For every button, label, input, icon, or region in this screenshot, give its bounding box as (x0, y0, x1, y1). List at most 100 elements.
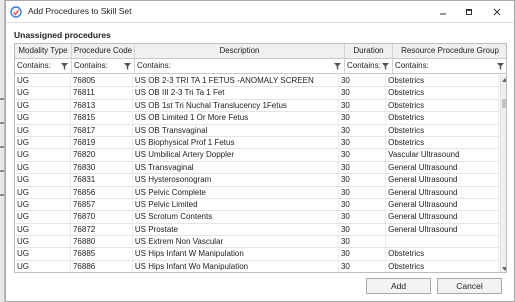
cell-description: US Hysterosonogram (133, 174, 339, 186)
cell-duration: 30 (339, 174, 387, 186)
table-row[interactable]: UG 76885 US Hips Infant W Manipulation 30 Ob… (15, 248, 499, 261)
cell-description: US Hips Infant Wo Manipulation (133, 260, 339, 272)
cell-procedure-code: 76811 (71, 87, 133, 99)
minimize-button[interactable] (432, 4, 454, 20)
cell-duration: 30 (339, 99, 387, 112)
filter-duration[interactable]: Contains: (345, 59, 393, 73)
edge-mark (0, 146, 4, 148)
cell-resource-procedure-group: Obstetrics (386, 87, 499, 99)
cell-resource-procedure-group: Obstetrics (386, 99, 499, 112)
table-row[interactable]: UG 76831 US Hysterosonogram 30 General Ultra… (15, 174, 499, 187)
table-row[interactable]: UG 76857 US Pelvic Limited 30 General Ultras… (15, 198, 499, 212)
table-row[interactable]: UG 76880 US Extrem Non Vascular 30 (15, 236, 499, 249)
cell-modality-type: UG (15, 174, 71, 186)
filter-resource-procedure-group[interactable]: Contains: (393, 59, 506, 73)
filter-funnel-icon[interactable] (497, 63, 504, 70)
scrollbar-thumb[interactable] (502, 99, 506, 108)
column-header-modality-type[interactable]: Modality Type (15, 44, 72, 58)
title-bar[interactable]: Add Procedures to Skill Set (6, 1, 514, 23)
filter-funnel-icon[interactable] (334, 63, 341, 70)
table-row[interactable]: UG 76856 US Pelvic Complete 30 General Ultra… (15, 186, 499, 199)
cell-modality-type: UG (15, 260, 71, 272)
cell-description: US Pelvic Complete (133, 186, 339, 198)
cell-procedure-code: 76820 (71, 149, 133, 161)
cell-resource-procedure-group: General Ultrasound (386, 161, 499, 174)
cell-modality-type: UG (15, 211, 71, 223)
cell-resource-procedure-group: Obstetrics (386, 124, 499, 136)
cell-procedure-code: 76870 (71, 211, 133, 223)
cell-resource-procedure-group (386, 236, 499, 248)
cell-duration: 30 (339, 112, 387, 124)
cell-resource-procedure-group: Obstetrics (386, 248, 499, 260)
table-row[interactable]: UG 76805 US OB 2-3 TRI TA 1 FETUS -ANOMALY… (15, 75, 499, 88)
cell-procedure-code: 76830 (71, 161, 133, 174)
cell-duration: 30 (339, 186, 387, 198)
cell-duration: 30 (339, 87, 387, 99)
cell-resource-procedure-group: General Ultrasound (386, 223, 499, 236)
vertical-scrollbar[interactable] (500, 75, 506, 272)
filter-description[interactable]: Contains: (135, 59, 345, 73)
scroll-down-icon (502, 267, 506, 271)
table-row[interactable]: UG 76819 US Biophysical Prof 1 Fetus 30 Obst… (15, 136, 499, 150)
cell-procedure-code: 76857 (71, 198, 133, 211)
table-row[interactable]: UG 76820 US Umbilical Artery Doppler 30 Vasc… (15, 149, 499, 162)
cell-resource-procedure-group: Vascular Ultrasound (386, 149, 499, 161)
cell-description: US OB Limited 1 Or More Fetus (133, 112, 339, 124)
close-button[interactable] (486, 4, 508, 20)
table-row[interactable]: UG 76830 US Transvaginal 30 General Ultrasou… (15, 161, 499, 175)
cancel-button[interactable]: Cancel (437, 278, 502, 294)
cell-procedure-code: 76872 (71, 223, 133, 236)
cell-duration: 30 (339, 260, 387, 272)
cell-description: US Scrotum Contents (133, 211, 339, 223)
table-row[interactable]: UG 76872 US Prostate 30 General Ultrasound (15, 223, 499, 237)
table-row[interactable]: UG 76886 US Hips Infant Wo Manipulation 30 O… (15, 260, 499, 272)
cell-modality-type: UG (15, 87, 71, 99)
cell-procedure-code: 76805 (71, 75, 133, 87)
column-header-description[interactable]: Description (135, 44, 345, 58)
filter-funnel-icon[interactable] (382, 63, 389, 70)
cell-description: US OB 2-3 TRI TA 1 FETUS -ANOMALY SCREEN (133, 75, 339, 87)
cell-procedure-code: 76880 (71, 236, 133, 248)
add-button[interactable]: Add (366, 278, 431, 294)
filter-label: Contains: (17, 61, 51, 70)
cell-modality-type: UG (15, 236, 71, 248)
minimize-icon (440, 13, 446, 15)
cell-duration: 30 (339, 211, 387, 223)
cell-duration: 30 (339, 75, 387, 87)
cell-resource-procedure-group: General Ultrasound (386, 174, 499, 186)
table-row[interactable]: UG 76813 US OB 1st Tri Nuchal Translucency… (15, 99, 499, 113)
maximize-button[interactable] (458, 4, 480, 20)
edge-mark (0, 98, 4, 100)
cell-duration: 30 (339, 149, 387, 161)
filter-modality-type[interactable]: Contains: (15, 59, 72, 73)
cell-procedure-code: 76886 (71, 260, 133, 272)
cell-modality-type: UG (15, 99, 71, 112)
cell-description: US OB 1st Tri Nuchal Translucency 1Fetus (133, 99, 339, 112)
table-row[interactable]: UG 76817 US OB Transvaginal 30 Obstetrics (15, 124, 499, 137)
filter-funnel-icon[interactable] (124, 63, 131, 70)
filter-label: Contains: (137, 61, 171, 70)
filter-procedure-code[interactable]: Contains: (72, 59, 135, 73)
close-icon (493, 8, 501, 16)
cell-duration: 30 (339, 223, 387, 236)
cell-resource-procedure-group: General Ultrasound (386, 186, 499, 198)
procedures-grid: Modality Type Procedure Code Description… (14, 43, 507, 273)
column-header-resource-procedure-group[interactable]: Resource Procedure Group (393, 44, 506, 58)
cell-resource-procedure-group: Obstetrics (386, 260, 499, 272)
cell-description: US OB Transvaginal (133, 124, 339, 136)
filter-funnel-icon[interactable] (61, 63, 68, 70)
table-row[interactable]: UG 76870 US Scrotum Contents 30 General Ultr… (15, 211, 499, 224)
cell-resource-procedure-group: Obstetrics (386, 75, 499, 87)
scroll-up-icon (502, 78, 506, 82)
cell-modality-type: UG (15, 186, 71, 198)
filter-label: Contains: (347, 61, 381, 70)
table-row[interactable]: UG 76811 US OB III 2-3 Tri Ta 1 Fet 30 Obste… (15, 87, 499, 100)
cell-procedure-code: 76885 (71, 248, 133, 260)
cell-modality-type: UG (15, 136, 71, 149)
cell-procedure-code: 76819 (71, 136, 133, 149)
cell-duration: 30 (339, 198, 387, 211)
table-row[interactable]: UG 76815 US OB Limited 1 Or More Fetus 30 Ob… (15, 112, 499, 125)
cell-duration: 30 (339, 124, 387, 136)
column-header-procedure-code[interactable]: Procedure Code (72, 44, 135, 58)
column-header-duration[interactable]: Duration (345, 44, 393, 58)
